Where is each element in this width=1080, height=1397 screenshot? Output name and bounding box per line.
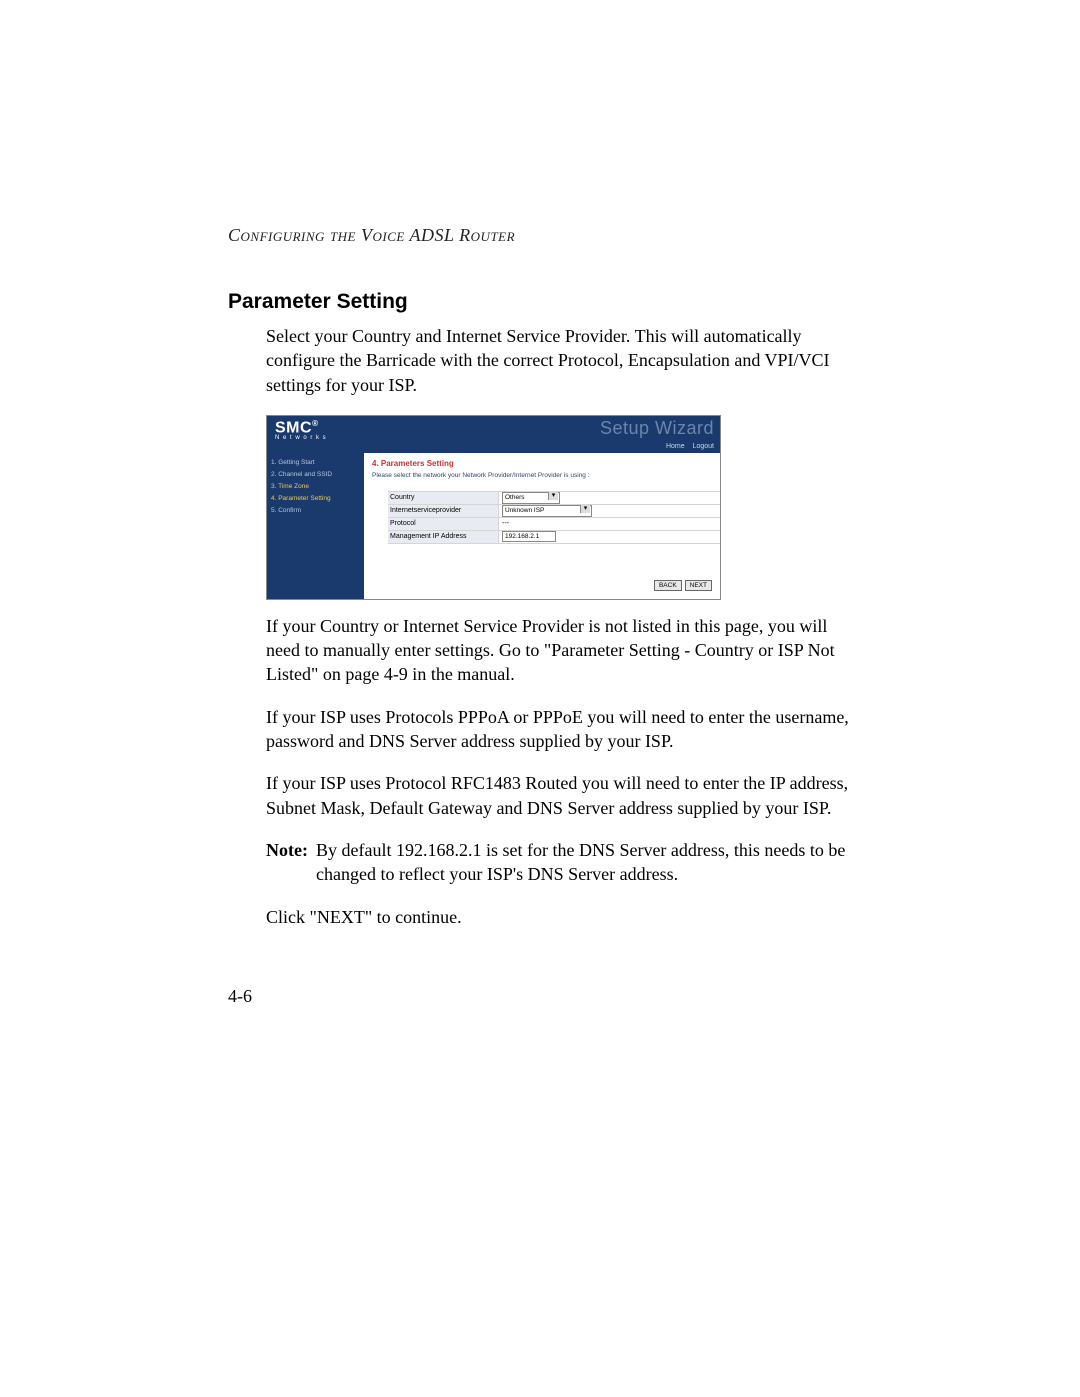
isp-label: Internetserviceprovider: [388, 505, 499, 517]
paragraph-rfc1483: If your ISP uses Protocol RFC1483 Routed…: [266, 771, 850, 820]
logo-text: SMC: [275, 419, 312, 436]
home-link[interactable]: Home: [666, 443, 685, 450]
next-button[interactable]: NEXT: [685, 580, 712, 591]
sidebar-item-parameter-setting[interactable]: 4. Parameter Setting: [271, 495, 360, 502]
section-title: Parameter Setting: [228, 290, 850, 314]
paragraph-pppoa: If your ISP uses Protocols PPPoA or PPPo…: [266, 705, 850, 754]
running-header: Configuring the Voice ADSL Router: [228, 225, 850, 246]
intro-paragraph: Select your Country and Internet Service…: [266, 324, 850, 397]
note-label: Note:: [266, 838, 308, 887]
top-links: Home Logout: [660, 443, 714, 450]
mgmt-ip-input[interactable]: 192.168.2.1: [502, 531, 556, 542]
note-block: Note: By default 192.168.2.1 is set for …: [266, 838, 850, 887]
page-number: 4-6: [228, 986, 252, 1007]
logout-link[interactable]: Logout: [693, 443, 714, 450]
isp-select[interactable]: Unknown ISP: [502, 505, 592, 517]
mgmt-ip-label: Management IP Address: [388, 531, 499, 543]
paragraph-click-next: Click "NEXT" to continue.: [266, 905, 850, 929]
router-header: SMC® N e t w o r k s Setup Wizard Home L…: [267, 416, 720, 453]
smc-logo: SMC® N e t w o r k s: [275, 419, 327, 441]
paragraph-not-listed: If your Country or Internet Service Prov…: [266, 614, 850, 687]
sidebar-item-confirm[interactable]: 5. Confirm: [271, 507, 360, 514]
back-button[interactable]: BACK: [654, 580, 682, 591]
sidebar-item-getting-start[interactable]: 1. Getting Start: [271, 459, 360, 466]
wizard-sidebar: 1. Getting Start 2. Channel and SSID 3. …: [267, 453, 364, 599]
router-ui-screenshot: SMC® N e t w o r k s Setup Wizard Home L…: [266, 415, 721, 600]
setup-wizard-title: Setup Wizard: [600, 418, 714, 439]
sidebar-item-time-zone[interactable]: 3. Time Zone: [271, 483, 360, 490]
note-text: By default 192.168.2.1 is set for the DN…: [316, 838, 850, 887]
parameters-form: Country Others Internetserviceprovider U…: [388, 491, 720, 544]
protocol-value: ---: [502, 520, 509, 527]
wizard-main: 4. Parameters Setting Please select the …: [364, 453, 720, 599]
protocol-label: Protocol: [388, 518, 499, 530]
wizard-instruction: Please select the network your Network P…: [372, 472, 720, 479]
country-select[interactable]: Others: [502, 492, 560, 504]
logo-subtext: N e t w o r k s: [275, 435, 327, 441]
sidebar-item-channel-ssid[interactable]: 2. Channel and SSID: [271, 471, 360, 478]
wizard-step-title: 4. Parameters Setting: [372, 459, 720, 468]
logo-registered: ®: [312, 419, 318, 428]
country-label: Country: [388, 492, 499, 504]
